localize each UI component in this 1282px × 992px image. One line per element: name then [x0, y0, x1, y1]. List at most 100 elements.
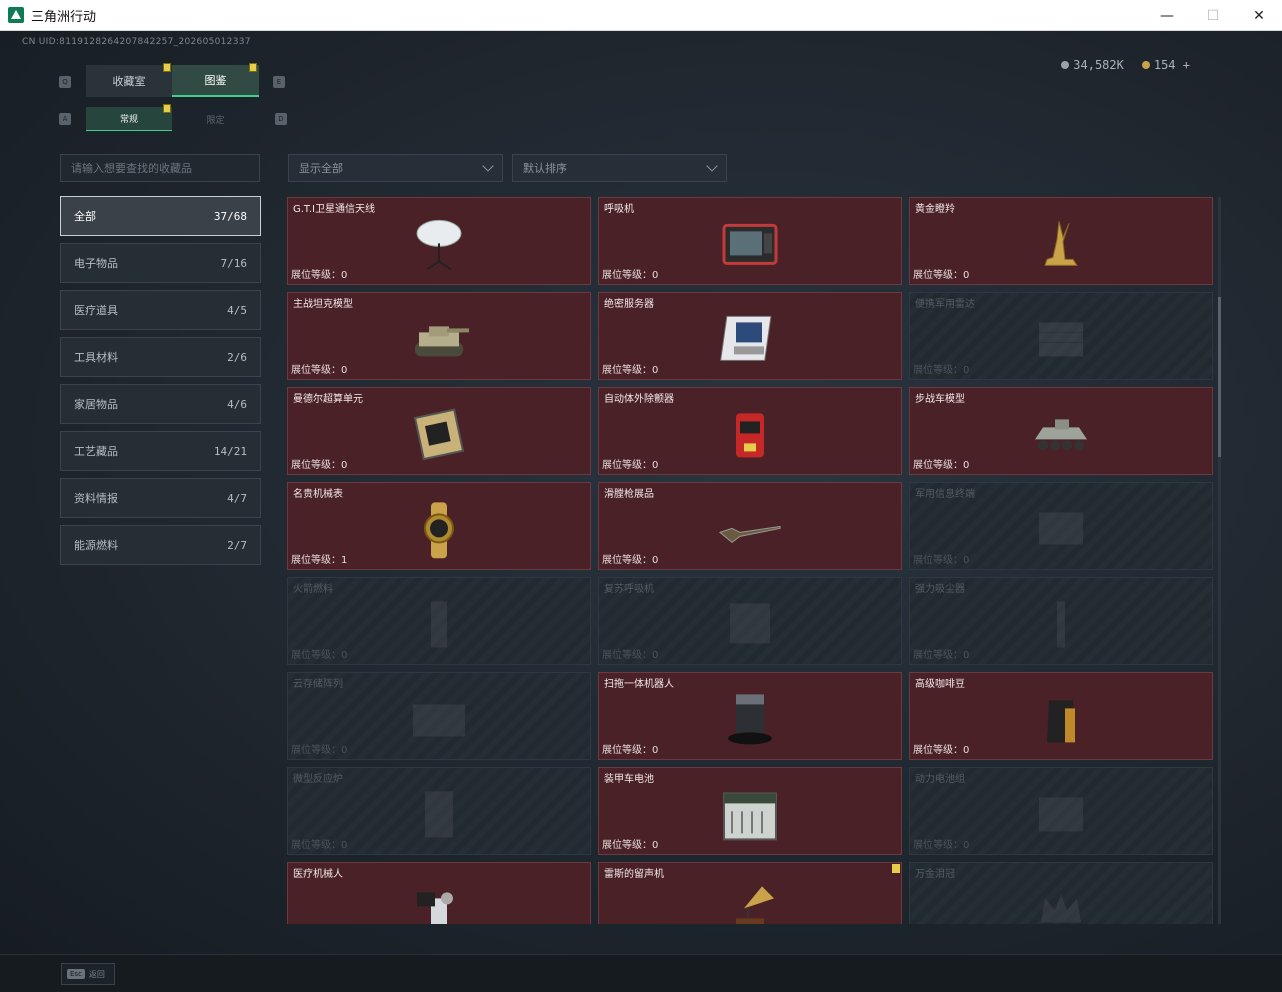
display-filter-dropdown[interactable]: 显示全部 [288, 154, 503, 182]
collection-card[interactable]: 微型反应炉展位等级：0 [287, 767, 591, 855]
category-count: 4/5 [227, 303, 247, 317]
tank-model-icon [415, 326, 469, 357]
search-input[interactable]: 请输入想要查找的收藏品 [60, 154, 260, 182]
collection-card[interactable]: 绝密服务器 展位等级：0 [598, 292, 902, 380]
category-item[interactable]: 家居物品 4/6 [60, 384, 261, 424]
collection-grid: G.T.I卫星通信天线 展位等级：0 呼吸机 展位等级：0 黄金瞪羚 展位等级：0 主战坦克… [287, 197, 1215, 924]
item-level: 展位等级：0 [291, 745, 348, 756]
item-name: 万金泪冠 [915, 869, 955, 880]
gold-coin-icon [1141, 61, 1150, 69]
esc-key-icon: Esc [67, 969, 85, 979]
terminal-icon [1039, 512, 1083, 545]
item-level: 展位等级：0 [602, 650, 659, 661]
collection-card[interactable]: 复苏呼吸机展位等级：0 [598, 577, 902, 665]
subtab-prev-key-hint: A [59, 113, 71, 125]
category-item[interactable]: 医疗道具 4/5 [60, 290, 261, 330]
item-name: 医疗机械人 [293, 869, 343, 880]
item-name: 便携军用雷达 [915, 299, 975, 310]
collection-card[interactable]: 步战车模型展位等级：0 [909, 387, 1213, 475]
category-label: 家居物品 [74, 398, 118, 411]
item-name: G.T.I卫星通信天线 [293, 204, 375, 215]
category-item[interactable]: 工艺藏品 14/21 [60, 431, 261, 471]
item-level: 展位等级：0 [913, 555, 970, 566]
satellite-dish-icon [416, 219, 462, 271]
collection-card[interactable]: 云存储阵列 展位等级：0 [287, 672, 591, 760]
maximize-button[interactable]: ☐ [1190, 0, 1236, 31]
category-count: 2/6 [227, 350, 247, 364]
item-name: 强力吸尘器 [915, 584, 965, 595]
collection-card[interactable]: 滑膛枪展品 展位等级：0 [598, 482, 902, 570]
silver-coin-icon [1061, 61, 1070, 69]
category-item[interactable]: 工具材料 2/6 [60, 337, 261, 377]
item-name: 微型反应炉 [293, 774, 343, 785]
category-count: 7/16 [220, 256, 248, 270]
item-name: 复苏呼吸机 [604, 584, 654, 595]
collection-card[interactable]: G.T.I卫星通信天线 展位等级：0 [287, 197, 591, 285]
add-currency-button[interactable]: + [1183, 58, 1190, 72]
collection-card[interactable]: 高级咖啡豆 展位等级：0 [909, 672, 1213, 760]
server-icon [720, 315, 772, 361]
subtab-regular-badge [163, 104, 171, 113]
item-level: 展位等级：0 [913, 840, 970, 851]
item-level: 展位等级：0 [913, 460, 970, 471]
category-item[interactable]: 能源燃料 2/7 [60, 525, 261, 565]
category-item[interactable]: 资料情报 4/7 [60, 478, 261, 518]
collection-card[interactable]: 便携军用雷达 展位等级：0 [909, 292, 1213, 380]
game-viewport: CN UID:8119128264207842257_202605012337 … [0, 31, 1282, 954]
currency-display: 34,582K 154 + [1061, 58, 1190, 72]
collection-card[interactable]: 医疗机械人 [287, 862, 591, 924]
resuscitator-icon [730, 603, 770, 644]
collection-card[interactable]: 军用信息终端 展位等级：0 [909, 482, 1213, 570]
collection-card[interactable]: 呼吸机展位等级：0 [598, 197, 902, 285]
back-button[interactable]: Esc 返回 [61, 963, 115, 985]
item-name: 动力电池组 [915, 774, 965, 785]
close-button[interactable]: ✕ [1236, 0, 1282, 31]
item-level: 展位等级：0 [913, 650, 970, 661]
item-level: 展位等级：0 [913, 270, 970, 281]
subtab-regular[interactable]: 常规 [86, 107, 172, 131]
collection-card[interactable]: 强力吸尘器展位等级：0 [909, 577, 1213, 665]
category-list: 全部 37/68 电子物品 7/16 医疗道具 4/5 工具材料 2/6 家居物品 4/6 工艺藏品… [60, 196, 261, 572]
collection-card[interactable]: 主战坦克模型 展位等级：0 [287, 292, 591, 380]
gold-gazelle-icon [1044, 221, 1078, 266]
collection-card[interactable]: 万金泪冠 [909, 862, 1213, 924]
vacuum-icon [1057, 601, 1065, 648]
silver-currency: 34,582K [1061, 58, 1124, 72]
tab-next-key-hint: E [273, 76, 285, 88]
rocket-fuel-icon [431, 601, 447, 648]
gold-currency: 154 + [1141, 58, 1190, 72]
sort-dropdown[interactable]: 默认排序 [512, 154, 727, 182]
tab-catalog[interactable]: 图鉴 [172, 65, 259, 97]
collection-card[interactable]: 火箭燃料 展位等级：0 [287, 577, 591, 665]
category-count: 4/6 [227, 397, 247, 411]
tab-collection[interactable]: 收藏室 [86, 65, 172, 97]
category-item[interactable]: 全部 37/68 [60, 196, 261, 236]
collection-card[interactable]: 自动体外除颤器 展位等级：0 [598, 387, 902, 475]
tab-collection-badge [163, 63, 171, 72]
grid-scrollbar[interactable] [1218, 197, 1221, 924]
collection-card[interactable]: 名贵机械表 展位等级：1 [287, 482, 591, 570]
item-level: 展位等级：0 [291, 840, 348, 851]
scroll-thumb[interactable] [1218, 297, 1221, 457]
category-count: 37/68 [213, 209, 247, 223]
collection-card[interactable]: 黄金瞪羚 展位等级：0 [909, 197, 1213, 285]
item-level: 展位等级：1 [291, 555, 348, 566]
item-level: 展位等级：0 [291, 650, 348, 661]
item-name: 呼吸机 [604, 204, 634, 215]
collection-card[interactable]: 雷斯的留声机 [598, 862, 902, 924]
category-count: 4/7 [227, 491, 247, 505]
item-name: 步战车模型 [915, 394, 965, 405]
category-item[interactable]: 电子物品 7/16 [60, 243, 261, 283]
subtab-limited[interactable]: 限定 [172, 107, 259, 131]
collection-card[interactable]: 扫拖一体机器人 展位等级：0 [598, 672, 902, 760]
category-count: 14/21 [213, 444, 247, 458]
collection-card[interactable]: 曼德尔超算单元 展位等级：0 [287, 387, 591, 475]
minimize-button[interactable]: — [1144, 0, 1190, 31]
micro-reactor-icon [425, 791, 453, 838]
category-label: 医疗道具 [74, 304, 118, 317]
item-level: 展位等级：0 [602, 270, 659, 281]
category-count: 2/7 [227, 538, 247, 552]
collection-card[interactable]: 装甲车电池 展位等级：0 [598, 767, 902, 855]
collection-card[interactable]: 动力电池组展位等级：0 [909, 767, 1213, 855]
battery-pack-icon [1039, 797, 1083, 832]
